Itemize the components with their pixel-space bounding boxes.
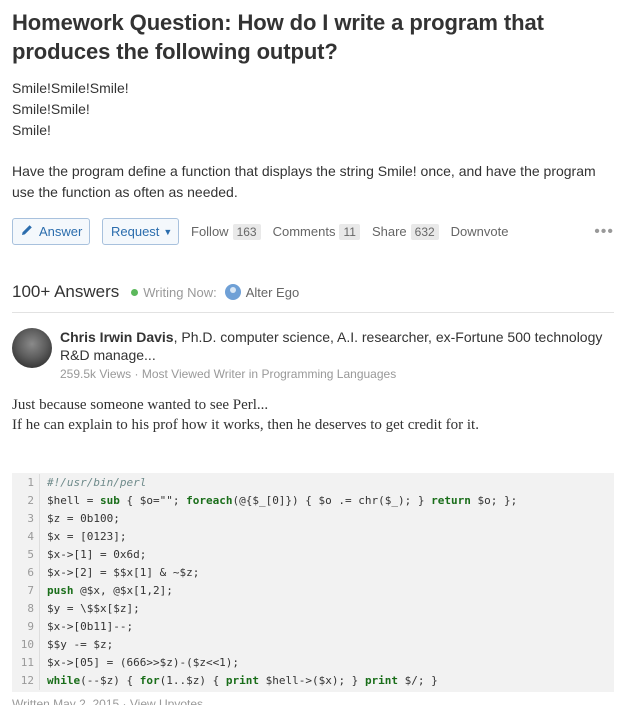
share-label: Share xyxy=(371,224,407,239)
line-number: 5 xyxy=(12,546,40,564)
code-line: 9 $x->[0b11]--; xyxy=(12,618,614,636)
answer-button[interactable]: Answer xyxy=(12,218,90,245)
output-line: Smile!Smile!Smile! xyxy=(12,80,129,96)
code-line: 1 #!/usr/bin/perl xyxy=(12,474,614,492)
code-text: $x->[2] = $$x[1] & ~$z; xyxy=(47,566,200,579)
code-line: 10 $$y -= $z; xyxy=(12,636,614,654)
code-text: $z = 0b100; xyxy=(47,512,120,525)
question-output-block: Smile!Smile!Smile! Smile!Smile! Smile! xyxy=(12,78,614,141)
code-text: push @$x, @$x[1,2]; xyxy=(47,584,173,597)
comments-button[interactable]: Comments 11 xyxy=(272,223,360,240)
code-line: 3 $z = 0b100; xyxy=(12,510,614,528)
meta-separator: · xyxy=(134,367,139,381)
author-line: Chris Irwin Davis, Ph.D. computer scienc… xyxy=(60,328,614,364)
code-text: $hell = sub { $o=""; foreach(@{$_[0]}) {… xyxy=(47,494,518,507)
output-line: Smile!Smile! xyxy=(12,101,90,117)
answer-text-line: Just because someone wanted to see Perl.… xyxy=(12,397,269,413)
code-text: $x->[1] = 0x6d; xyxy=(47,548,147,561)
code-text: while(--$z) { for(1..$z) { print $hell->… xyxy=(47,674,438,687)
follow-count: 163 xyxy=(232,223,261,240)
writing-now-indicator: Writing Now: Alter Ego xyxy=(131,284,299,300)
author-avatar[interactable] xyxy=(12,328,52,368)
view-count: 259.5k Views xyxy=(60,367,132,381)
question-page: Homework Question: How do I write a prog… xyxy=(12,8,614,705)
code-block: 1 #!/usr/bin/perl 2 $hell = sub { $o=""; fo… xyxy=(12,473,614,692)
answers-header: 100+ Answers Writing Now: Alter Ego xyxy=(12,281,614,303)
author-meta: 259.5k Views · Most Viewed Writer in Pro… xyxy=(60,367,614,381)
code-line: 2 $hell = sub { $o=""; foreach(@{$_[0]}) … xyxy=(12,492,614,510)
code-text: $y = \$$x[$z]; xyxy=(47,602,140,615)
writing-now-label: Writing Now: xyxy=(143,284,217,300)
code-line: 11 $x->[05] = (666>>$z)-($z<<1); xyxy=(12,654,614,672)
author-info: Chris Irwin Davis, Ph.D. computer scienc… xyxy=(60,328,614,381)
code-line: 8 $y = \$$x[$z]; xyxy=(12,600,614,618)
line-number: 7 xyxy=(12,582,40,600)
question-description: Have the program define a function that … xyxy=(12,163,596,200)
answer-button-label: Answer xyxy=(39,224,83,239)
line-number: 6 xyxy=(12,564,40,582)
question-title[interactable]: Homework Question: How do I write a prog… xyxy=(12,8,614,66)
answer-author: Chris Irwin Davis, Ph.D. computer scienc… xyxy=(12,328,614,381)
request-button-label: Request xyxy=(111,224,160,239)
follow-label: Follow xyxy=(191,224,229,239)
line-number: 3 xyxy=(12,510,40,528)
code-text: $x->[0b11]--; xyxy=(47,620,134,633)
code-text: $x = [0123]; xyxy=(47,530,127,543)
line-number: 8 xyxy=(12,600,40,618)
meta-separator: · xyxy=(122,697,127,705)
code-text: $$y -= $z; xyxy=(47,638,114,651)
follow-button[interactable]: Follow 163 xyxy=(191,223,261,240)
most-viewed-writer-link[interactable]: Most Viewed Writer in Programming Langua… xyxy=(142,367,396,381)
code-line: 5 $x->[1] = 0x6d; xyxy=(12,546,614,564)
code-text: $x->[05] = (666>>$z)-($z<<1); xyxy=(47,656,240,669)
code-text: #!/usr/bin/perl xyxy=(47,476,147,489)
line-number: 9 xyxy=(12,618,40,636)
online-status-icon xyxy=(131,288,139,296)
line-number: 12 xyxy=(12,672,40,690)
line-number: 4 xyxy=(12,528,40,546)
divider xyxy=(12,312,614,313)
comments-label: Comments xyxy=(272,224,336,239)
line-number: 10 xyxy=(12,636,40,654)
line-number: 2 xyxy=(12,492,40,510)
written-date-link[interactable]: Written May 2, 2015 xyxy=(12,697,119,705)
author-name-link[interactable]: Chris Irwin Davis xyxy=(60,329,174,345)
downvote-label: Downvote xyxy=(450,224,509,239)
output-line: Smile! xyxy=(12,122,51,138)
share-count: 632 xyxy=(410,223,439,240)
question-action-bar: Answer Request ▼ Follow 163 Comments 11 … xyxy=(12,218,614,245)
request-button[interactable]: Request ▼ xyxy=(102,218,179,245)
comments-count: 11 xyxy=(339,223,360,240)
share-button[interactable]: Share 632 xyxy=(371,223,439,240)
answers-count: 100+ Answers xyxy=(12,282,120,301)
view-upvotes-link[interactable]: View Upvotes xyxy=(130,697,203,705)
line-number: 1 xyxy=(12,474,40,492)
answer-footer: Written May 2, 2015 · View Upvotes xyxy=(12,697,614,705)
answer-body-text: Just because someone wanted to see Perl.… xyxy=(12,395,614,435)
writer-name[interactable]: Alter Ego xyxy=(246,285,299,300)
code-line: 12 while(--$z) { for(1..$z) { print $hell… xyxy=(12,672,614,690)
code-line: 4 $x = [0123]; xyxy=(12,528,614,546)
code-line: 6 $x->[2] = $$x[1] & ~$z; xyxy=(12,564,614,582)
line-number: 11 xyxy=(12,654,40,672)
answer-text-line: If he can explain to his prof how it wor… xyxy=(12,417,479,433)
avatar[interactable] xyxy=(224,284,241,300)
downvote-button[interactable]: Downvote xyxy=(451,224,509,239)
more-options-icon[interactable]: ••• xyxy=(594,223,614,241)
code-line: 7 push @$x, @$x[1,2]; xyxy=(12,582,614,600)
chevron-down-icon: ▼ xyxy=(163,226,173,237)
pencil-icon xyxy=(21,224,33,239)
